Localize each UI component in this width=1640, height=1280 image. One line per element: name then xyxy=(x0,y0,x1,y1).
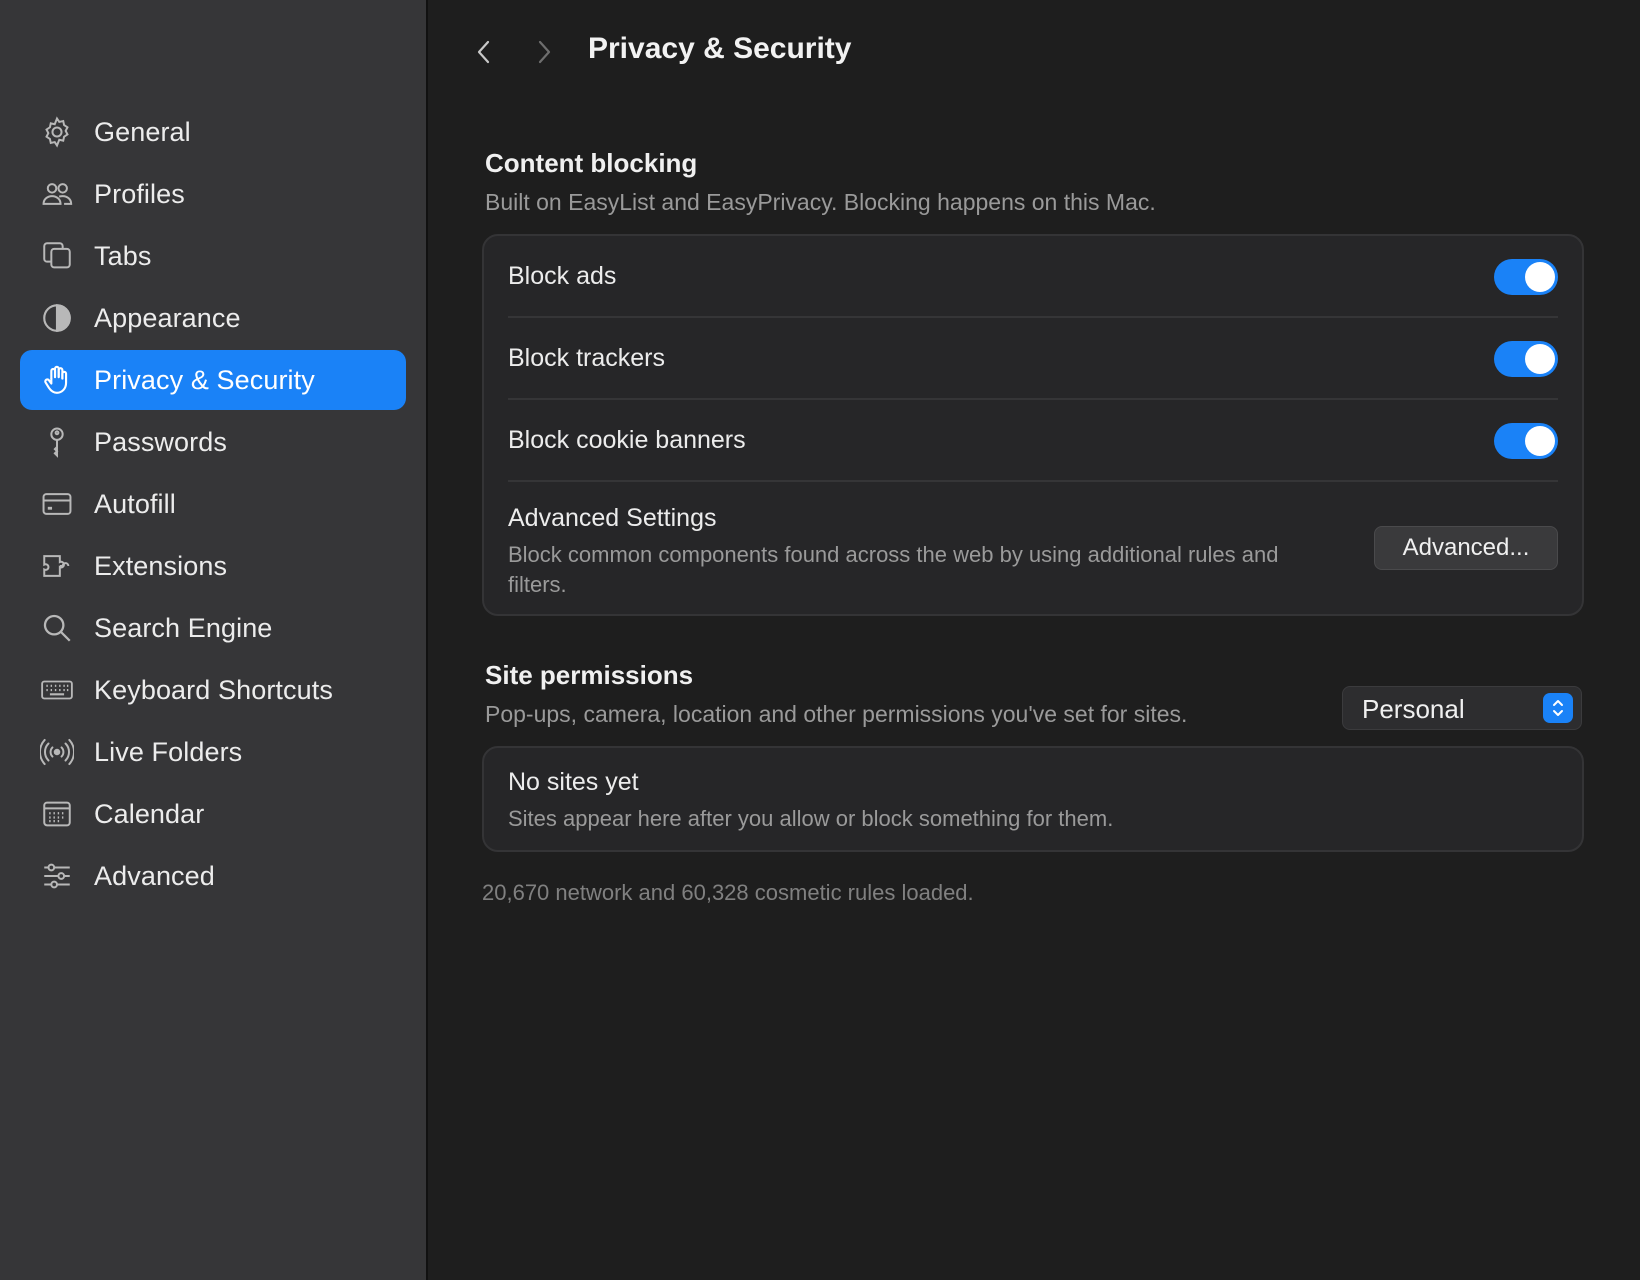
sidebar-item-advanced[interactable]: Advanced xyxy=(20,846,406,906)
block-ads-toggle[interactable] xyxy=(1494,259,1558,295)
sidebar-item-label: General xyxy=(94,116,191,147)
empty-state-subtitle: Sites appear here after you allow or blo… xyxy=(508,806,1114,831)
keyboard-icon xyxy=(38,671,76,709)
site-permissions-card: No sites yet Sites appear here after you… xyxy=(482,746,1584,852)
advanced-settings-description: Block common components found across the… xyxy=(508,542,1279,597)
advanced-settings-row: Advanced Settings Block common component… xyxy=(508,482,1558,616)
card-icon xyxy=(38,485,76,523)
sidebar-item-appearance[interactable]: Appearance xyxy=(20,288,406,348)
sidebar-item-tabs[interactable]: Tabs xyxy=(20,226,406,286)
sidebar-item-profiles[interactable]: Profiles xyxy=(20,164,406,224)
sidebar-item-calendar[interactable]: Calendar xyxy=(20,784,406,844)
sidebar-item-search-engine[interactable]: Search Engine xyxy=(20,598,406,658)
advanced-settings-title: Advanced Settings xyxy=(508,504,717,532)
sidebar-item-extensions[interactable]: Extensions xyxy=(20,536,406,596)
sidebar-item-label: Search Engine xyxy=(94,612,273,643)
sidebar-item-label: Privacy & Security xyxy=(94,364,315,395)
sidebar-item-label: Autofill xyxy=(94,488,176,519)
sidebar-item-label: Profiles xyxy=(94,178,185,209)
sidebar-item-label: Extensions xyxy=(94,550,228,581)
toggle-row-block-cookie-banners: Block cookie banners xyxy=(508,400,1558,482)
sliders-icon xyxy=(38,857,76,895)
toggle-knob xyxy=(1525,426,1555,456)
profile-select[interactable]: Personal xyxy=(1342,686,1582,730)
toggle-label: Block cookie banners xyxy=(508,425,746,454)
sidebar-item-label: Advanced xyxy=(94,860,215,891)
toggle-knob xyxy=(1525,344,1555,374)
contrast-icon xyxy=(38,299,76,337)
toggle-row-block-trackers: Block trackers xyxy=(508,318,1558,400)
sidebar-item-label: Live Folders xyxy=(94,736,243,767)
toggle-label: Block trackers xyxy=(508,343,665,372)
empty-state-title: No sites yet xyxy=(508,768,639,796)
toggle-knob xyxy=(1525,262,1555,292)
toggle-label: Block ads xyxy=(508,261,617,290)
hand-icon xyxy=(38,361,76,399)
sidebar-item-passwords[interactable]: Passwords xyxy=(20,412,406,472)
sidebar-item-keyboard-shortcuts[interactable]: Keyboard Shortcuts xyxy=(20,660,406,720)
sidebar-item-label: Calendar xyxy=(94,798,205,829)
content-blocking-card: Block ads Block trackers Block cookie ba… xyxy=(482,234,1584,616)
advanced-button[interactable]: Advanced... xyxy=(1374,526,1558,570)
sidebar-item-label: Passwords xyxy=(94,426,227,457)
sidebar-item-privacy-security[interactable]: Privacy & Security xyxy=(20,350,406,410)
toggle-row-block-ads: Block ads xyxy=(508,236,1558,318)
site-permissions-title: Site permissions xyxy=(485,660,694,690)
sidebar-item-live-folders[interactable]: Live Folders xyxy=(20,722,406,782)
gear-icon xyxy=(38,113,76,151)
block-trackers-toggle[interactable] xyxy=(1494,341,1558,377)
content-blocking-subtitle: Built on EasyList and EasyPrivacy. Block… xyxy=(485,189,1156,215)
sidebar: General Profiles Tabs Appearance Privacy… xyxy=(0,0,428,1280)
rules-loaded-status: 20,670 network and 60,328 cosmetic rules… xyxy=(482,880,974,905)
chevron-left-icon[interactable] xyxy=(464,32,504,72)
site-permissions-subtitle: Pop-ups, camera, location and other perm… xyxy=(485,701,1188,727)
sidebar-item-label: Appearance xyxy=(94,302,241,333)
main-pane: Privacy & Security Content blocking Buil… xyxy=(428,0,1640,1280)
chevron-right-icon[interactable] xyxy=(524,32,564,72)
settings-window: General Profiles Tabs Appearance Privacy… xyxy=(0,0,1640,1280)
puzzle-icon xyxy=(38,547,76,585)
calendar-icon xyxy=(38,795,76,833)
sidebar-item-general[interactable]: General xyxy=(20,102,406,162)
page-title: Privacy & Security xyxy=(588,32,852,65)
broadcast-icon xyxy=(38,733,76,771)
sidebar-item-label: Tabs xyxy=(94,240,152,271)
toolbar: Privacy & Security xyxy=(428,0,1640,104)
tabs-icon xyxy=(38,237,76,275)
key-icon xyxy=(38,423,76,461)
people-icon xyxy=(38,175,76,213)
up-down-arrows-icon xyxy=(1543,693,1573,723)
sidebar-item-label: Keyboard Shortcuts xyxy=(94,674,333,705)
block-cookie-banners-toggle[interactable] xyxy=(1494,423,1558,459)
search-icon xyxy=(38,609,76,647)
sidebar-item-autofill[interactable]: Autofill xyxy=(20,474,406,534)
profile-select-value: Personal xyxy=(1362,694,1465,724)
content-blocking-title: Content blocking xyxy=(485,148,698,178)
